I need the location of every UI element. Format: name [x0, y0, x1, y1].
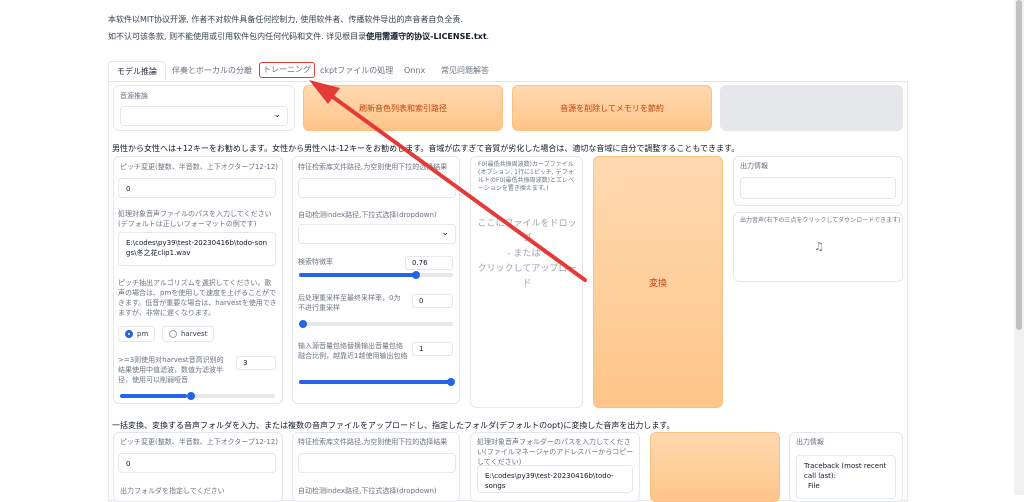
license-notice-suffix: .: [486, 32, 490, 41]
batch-folder-block: 処理対象音声フォルダーのパスを入力してください(ファイルマネージャのアドレスバー…: [470, 432, 640, 502]
convert-button[interactable]: 変換: [593, 156, 723, 408]
pitch-shift-input[interactable]: 0: [118, 178, 276, 198]
output-info-textbox[interactable]: [740, 177, 896, 199]
rms-mix-slider[interactable]: [299, 378, 455, 386]
model-select-block: 音源推論 ⌄: [113, 85, 295, 131]
license-notice-line2: 如不认可该条款, 则不能使用或引用软件包内任何代码和文件. 详见根目录使用需遵守…: [108, 31, 489, 42]
batch-convert-button[interactable]: [650, 432, 780, 502]
rms-mix-label: 输入源音量包络替换输出音量包络融合比例，越靠近1越使用输出包络: [298, 342, 408, 360]
license-notice-line1: 本软件以MIT协议开源, 作者不对软件具备任何控制力, 使用软件者、传播软件导出…: [108, 15, 463, 24]
resample-label: 后处理重采样至最终采样率，0为不进行重采样: [298, 294, 401, 312]
model-select-dropdown[interactable]: ⌄: [120, 106, 288, 126]
index-ratio-label: 検索特徴率: [298, 258, 333, 266]
batch-folder-label: 処理対象音声フォルダーのパスを入力してください(ファイルマネージャのアドレスバー…: [477, 438, 634, 466]
radio-selected-icon: [125, 330, 133, 338]
f0-radio-pm[interactable]: pm: [118, 326, 156, 342]
output-audio-block: 出力音声(右下の三点をクリックしてダウンロードできます) ♫: [733, 212, 903, 282]
audio-path-label: 処理対象音声ファイルのパスを入力してください(デフォルトは正しいフォーマットの例…: [118, 210, 272, 228]
file-drop-zone[interactable]: ここにファイルをドロップ - または - クリックしてアップロード: [475, 217, 579, 292]
slider-fill: [299, 380, 453, 384]
median-filter-label: >=3则使用对harvest音高识别的结果使用中值滤波，数值为滤波半径，使用可以…: [118, 356, 224, 384]
slider-knob[interactable]: [299, 320, 307, 328]
batch-feature-input[interactable]: [298, 453, 456, 473]
median-filter-value[interactable]: 3: [236, 356, 276, 370]
batch-pitch-label: ピッチ変更(整数、半音数、上下オクターブ12-12): [120, 438, 278, 446]
output-info-label: 出力情報: [740, 162, 768, 170]
batch-folder-input[interactable]: E:\codes\py39\test-20230416b\todo-songs: [477, 465, 633, 493]
drop-text-line2: - または -: [507, 249, 547, 259]
refresh-voices-button[interactable]: 刷新音色列表和索引路径: [303, 85, 503, 131]
f0-radio-pm-label: pm: [137, 330, 149, 338]
tab-ckpt-processing[interactable]: ckptファイルの処理: [320, 61, 393, 81]
index-select-dropdown[interactable]: ⌄: [298, 224, 456, 244]
batch-output-info-block: 出力情報 Traceback (most recent call last): …: [789, 432, 903, 502]
feature-path-label: 特征检索库文件路径,为空则使用下拉的选择结果: [298, 163, 448, 171]
index-select-label: 自动检测index路径,下拉式选择(dropdown): [298, 211, 437, 219]
tab-faq[interactable]: 常见问题解答: [441, 61, 489, 81]
batch-output-info-label: 出力情報: [796, 438, 824, 446]
index-ratio-value[interactable]: 0.76: [405, 256, 453, 270]
music-note-icon: ♫: [814, 240, 824, 253]
audio-path-input[interactable]: E:\codes\py39\test-20230416b\todo-songs\…: [118, 232, 276, 266]
model-select-label: 音源推論: [120, 92, 148, 100]
tab-onnx[interactable]: Onnx: [404, 61, 425, 81]
batch-hint-text: 一括変換、変換する音声フォルダを入力、または複数の音声ファイルをアップロードし、…: [112, 421, 675, 430]
output-audio-label: 出力音声(右下の三点をクリックしてダウンロードできます): [740, 217, 901, 224]
slider-knob[interactable]: [186, 392, 195, 400]
tab-training[interactable]: トレーニング: [259, 62, 315, 78]
license-link[interactable]: 使用需遵守的协议-LICENSE.txt: [366, 32, 487, 41]
f0-radio-harvest-label: harvest: [181, 330, 208, 338]
batch-pitch-input[interactable]: 0: [118, 453, 276, 473]
rms-mix-value[interactable]: 1: [412, 342, 453, 356]
slider-fill: [299, 273, 417, 277]
pitch-shift-label: ピッチ変更(整数、半音数、上下オクターブ12-12): [120, 163, 278, 171]
status-placeholder: [720, 85, 903, 131]
traceback-line2: File: [808, 482, 820, 490]
chevron-down-icon: ⌄: [441, 228, 449, 238]
drop-text-line1: ここにファイルをドロップ: [477, 219, 577, 244]
slider-knob[interactable]: [412, 271, 421, 279]
f0-method-label: ピッチ抽出アルゴリズムを選択してください。歌声の場合は、pmを使用して速度を上げ…: [118, 279, 277, 317]
slider-fill: [120, 394, 187, 398]
pitch-hint-text: 男性から女性へは+12キーをお勧めします。女性から男性へは-12キーをお勧めしま…: [112, 144, 740, 153]
tab-model-inference[interactable]: モデル推論: [108, 61, 166, 81]
median-filter-slider[interactable]: [120, 392, 275, 400]
f0-file-label: F0(最低共振周波数)カーブファイル(オプション, 1行に1ピッチ, デフォルト…: [478, 161, 574, 192]
batch-feature-label: 特征检索库文件路径,为空则使用下拉的选择结果: [298, 438, 448, 446]
f0-file-upload-block[interactable]: F0(最低共振周波数)カーブファイル(オプション, 1行に1ピッチ, デフォルト…: [470, 156, 583, 408]
unload-voice-button[interactable]: 音源を削除してメモリを節約: [512, 85, 712, 131]
resample-value[interactable]: 0: [412, 294, 453, 308]
drop-text-line3: クリックしてアップロード: [477, 264, 577, 289]
output-info-block: 出力情報: [733, 156, 903, 206]
traceback-line1: Traceback (most recent call last):: [804, 462, 887, 480]
feature-path-input[interactable]: [298, 178, 456, 198]
radio-unselected-icon: [169, 330, 177, 338]
page-scrollbar-thumb[interactable]: [1016, 0, 1022, 330]
tab-vocal-separation[interactable]: 伴奏とボーカルの分離: [172, 61, 252, 81]
slider-knob[interactable]: [446, 378, 455, 386]
index-ratio-slider[interactable]: [299, 271, 453, 279]
chevron-down-icon: ⌄: [273, 110, 281, 120]
resample-slider[interactable]: [299, 320, 453, 328]
license-notice-text: 如不认可该条款, 则不能使用或引用软件包内任何代码和文件. 详见根目录: [108, 32, 367, 41]
f0-radio-harvest[interactable]: harvest: [162, 326, 215, 342]
batch-output-info-textbox[interactable]: Traceback (most recent call last): File: [796, 455, 896, 499]
